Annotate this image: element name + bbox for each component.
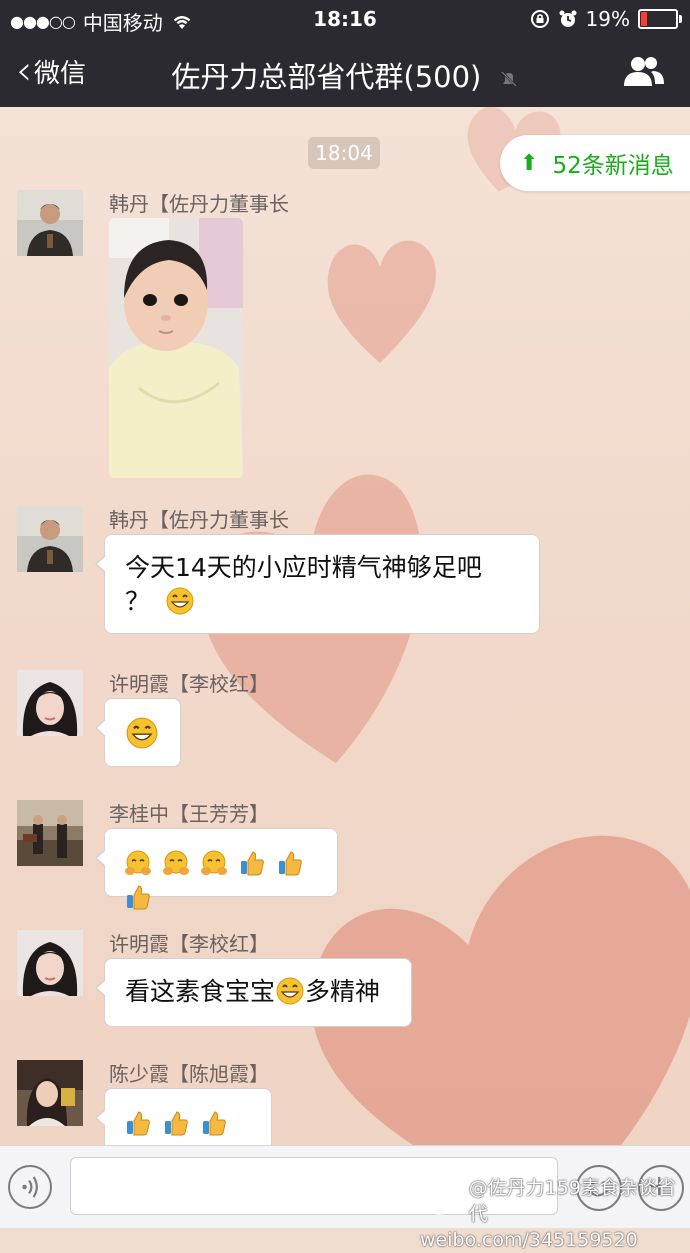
message-text-after: 多精神: [305, 977, 381, 1006]
grin-emoji-icon: [126, 717, 158, 749]
chat-title: 佐丹力总部省代群(500): [171, 60, 482, 94]
weibo-watermark: @佐丹力159素食杂谈省代 weibo.com/345159520: [420, 1175, 688, 1253]
watermark-line2: weibo.com/345159520: [420, 1229, 638, 1251]
chat-timestamp: 18:04: [308, 137, 380, 169]
thumbs-up-icon: [240, 851, 264, 876]
thumbs-up-icon: [127, 885, 150, 910]
message-text-line2: ？: [125, 587, 151, 616]
sender-name: 许明霞【李校红】: [109, 932, 269, 956]
double-chevron-up-icon: ⬆: [520, 150, 539, 176]
message-bubble[interactable]: 看这素食宝宝 多精神: [95, 958, 412, 1027]
message-bubble[interactable]: [95, 698, 181, 767]
thumbs-up-icon: [164, 1111, 188, 1136]
status-bar: ●●●○○ 中国移动 18:16 19%: [0, 0, 690, 36]
message-bubble[interactable]: 今天14天的小应时精气神够足吧 ？: [95, 534, 540, 634]
battery-icon: [638, 9, 682, 29]
new-messages-label: 52条新消息: [552, 153, 674, 179]
watermark-line1-row: @佐丹力159素食杂谈省代: [420, 1175, 688, 1227]
weibo-logo-icon: [421, 1190, 460, 1215]
avatar[interactable]: [17, 190, 83, 256]
sender-name: 陈少霞【陈旭霞】: [109, 1062, 269, 1086]
alarm-icon: [559, 10, 577, 27]
avatar[interactable]: [17, 930, 83, 996]
message-text-before: 看这素食宝宝: [125, 977, 276, 1006]
chat-title-container: 佐丹力总部省代群(500): [0, 54, 690, 96]
sender-name: 许明霞【李校红】: [109, 672, 269, 696]
orientation-lock-icon: [530, 10, 549, 28]
thumbs-up-icon: [127, 1111, 150, 1136]
thumbs-up-icon: [202, 1111, 226, 1136]
message-text-line1: 今天14天的小应时精气神够足吧: [125, 553, 482, 582]
message-bubble[interactable]: [95, 1088, 272, 1145]
message-bubble[interactable]: [95, 828, 338, 910]
sender-name: 韩丹【佐丹力董事长: [109, 508, 289, 532]
shared-photo[interactable]: [109, 218, 243, 478]
avatar[interactable]: [17, 670, 83, 736]
battery-percent: 19%: [585, 7, 630, 31]
hug-emoji-icon: [200, 850, 227, 875]
grin-emoji-icon: [166, 587, 194, 615]
grin-emoji-icon: [276, 977, 304, 1005]
battery-level: [641, 12, 647, 26]
avatar[interactable]: [17, 506, 83, 572]
new-messages-button[interactable]: ⬆ 52条新消息: [500, 135, 690, 191]
heart-decoration-small: [327, 240, 436, 363]
sender-name: 韩丹【佐丹力董事长: [109, 192, 289, 216]
nav-bar: ‹ 微信 佐丹力总部省代群(500): [0, 36, 690, 107]
message-text-line2-container: ？: [125, 585, 519, 619]
hug-emoji-icon: [162, 850, 189, 875]
hug-emoji-icon: [125, 850, 151, 875]
avatar[interactable]: [17, 1060, 83, 1126]
voice-input-icon[interactable]: [8, 1165, 52, 1209]
thumbs-up-icon: [278, 851, 302, 876]
status-right: 19%: [530, 7, 682, 31]
mute-icon: [500, 71, 517, 87]
group-members-icon[interactable]: [622, 54, 666, 88]
watermark-line1: @佐丹力159素食杂谈省代: [468, 1177, 676, 1225]
chat-area[interactable]: 18:04 ⬆ 52条新消息 韩丹【佐丹力董事长 韩丹【佐丹力董事长 今天14天…: [0, 107, 690, 1145]
avatar[interactable]: [17, 800, 83, 866]
sender-name: 李桂中【王芳芳】: [109, 802, 269, 826]
